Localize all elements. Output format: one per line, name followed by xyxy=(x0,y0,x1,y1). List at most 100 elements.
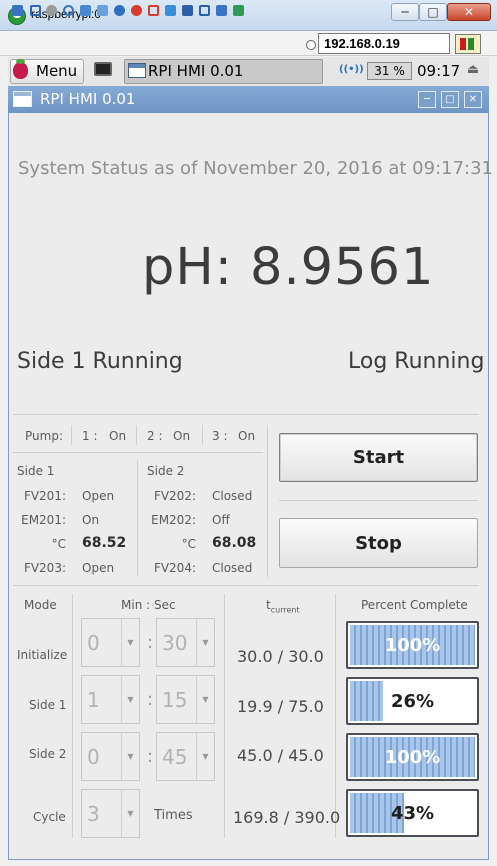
divider xyxy=(71,425,72,445)
initialize-seconds-spinbox[interactable]: 30 ▼ xyxy=(156,618,215,667)
clock: 09:17 xyxy=(417,62,461,80)
window-icon xyxy=(128,63,146,78)
initialize-percent: 100% xyxy=(384,635,441,656)
side-2-minutes-spinbox[interactable]: 0 ▼ xyxy=(81,732,140,781)
em202-value: Off xyxy=(212,513,230,527)
options-icon[interactable] xyxy=(12,5,23,16)
side-1-heading: Side 1 xyxy=(17,464,55,478)
fv204-value: Closed xyxy=(212,561,253,575)
initialize-seconds-value: 30 xyxy=(162,631,188,655)
side-2-seconds-value: 45 xyxy=(162,745,188,769)
connection-status-icon xyxy=(455,34,481,54)
side-2-minutes-value: 0 xyxy=(87,745,100,769)
fv203-value: Open xyxy=(82,561,115,575)
side-2-percent: 100% xyxy=(384,747,441,768)
raspberry-icon xyxy=(13,59,28,79)
chevron-down-icon[interactable]: ▼ xyxy=(121,619,139,666)
vnc-close-button[interactable]: ✕ xyxy=(447,3,491,21)
side-2-t-current: 45.0 / 45.0 xyxy=(237,746,324,765)
chevron-down-icon[interactable]: ▼ xyxy=(196,733,214,780)
info-icon[interactable] xyxy=(114,5,125,16)
disconnect-icon[interactable] xyxy=(131,5,142,16)
cycle-progress-bar: 43% xyxy=(346,789,479,837)
initialize-progress-bar: 100% xyxy=(346,621,479,669)
divider xyxy=(224,594,225,838)
side-2-progress-bar: 100% xyxy=(346,733,479,781)
fv202-label: FV202: xyxy=(153,489,196,503)
pump-1-number: 1 : xyxy=(82,429,98,443)
eject-icon[interactable]: ⏏ xyxy=(466,63,480,77)
vnc-minimize-button[interactable]: ─ xyxy=(391,3,419,21)
hmi-maximize-button[interactable]: □ xyxy=(441,91,459,108)
fv204-label: FV204: xyxy=(153,561,196,575)
mode-side-1-label: Side 1 xyxy=(29,698,67,712)
divider xyxy=(136,425,137,445)
side-1-seconds-value: 15 xyxy=(162,688,188,712)
pump-3-number: 3 : xyxy=(212,429,228,443)
times-label: Times xyxy=(154,808,193,823)
divider xyxy=(13,452,263,453)
side-2-heading: Side 2 xyxy=(147,464,185,478)
connect-icon[interactable] xyxy=(233,5,244,16)
wifi-icon[interactable]: ((•)) xyxy=(339,61,364,79)
chevron-down-icon[interactable]: ▼ xyxy=(121,676,139,723)
stop-button[interactable]: Stop xyxy=(279,518,478,568)
hmi-close-button[interactable]: ✕ xyxy=(464,91,482,108)
windows-key-icon[interactable] xyxy=(80,5,91,16)
view-only-icon[interactable] xyxy=(199,5,210,16)
cycle-percent: 43% xyxy=(390,803,435,824)
host-radio[interactable] xyxy=(306,40,316,50)
side-1-seconds-spinbox[interactable]: 15 ▼ xyxy=(156,675,215,724)
em201-label: EM201: xyxy=(21,513,66,527)
start-button[interactable]: Start xyxy=(279,433,478,482)
side-1-minutes-spinbox[interactable]: 1 ▼ xyxy=(81,675,140,724)
ph-value: 8.9561 xyxy=(250,238,435,297)
settings-icon[interactable] xyxy=(46,5,57,16)
pump-label: Pump: xyxy=(25,429,63,443)
side-2-temperature: 68.08 xyxy=(212,535,257,551)
menu-label: Menu xyxy=(36,62,78,80)
file-transfer-icon[interactable] xyxy=(148,5,159,16)
mode-header: Mode xyxy=(24,598,57,612)
pump-3-state: On xyxy=(238,429,256,443)
fv201-label: FV201: xyxy=(23,489,66,503)
ctrl-alt-del-icon[interactable] xyxy=(97,5,108,16)
divider xyxy=(202,425,203,445)
chevron-down-icon[interactable]: ▼ xyxy=(121,790,139,837)
hmi-minimize-button[interactable]: ─ xyxy=(418,91,436,108)
fullscreen-icon[interactable] xyxy=(30,5,41,16)
side-1-t-current: 19.9 / 75.0 xyxy=(237,697,324,716)
cycle-count-value: 3 xyxy=(87,802,100,826)
taskbar-window-label: RPI HMI 0.01 xyxy=(148,62,244,80)
initialize-minutes-spinbox[interactable]: 0 ▼ xyxy=(81,618,140,667)
chevron-down-icon[interactable]: ▼ xyxy=(121,733,139,780)
screenshot-icon[interactable] xyxy=(182,5,193,16)
chat-icon[interactable] xyxy=(165,5,176,16)
side-1-temp-unit: °C xyxy=(51,537,66,551)
ph-label: pH: xyxy=(142,238,233,297)
divider xyxy=(137,460,138,576)
fv201-value: Open xyxy=(82,489,115,503)
chevron-down-icon[interactable]: ▼ xyxy=(196,676,214,723)
pump-1-state: On xyxy=(109,429,127,443)
em201-value: On xyxy=(82,513,100,527)
pump-2-state: On xyxy=(173,429,191,443)
fv203-label: FV203: xyxy=(23,561,66,575)
scale-icon[interactable] xyxy=(216,5,227,16)
log-running-status: Log Running xyxy=(348,349,485,374)
chevron-down-icon[interactable]: ▼ xyxy=(196,619,214,666)
cycle-count-spinbox[interactable]: 3 ▼ xyxy=(81,789,140,838)
host-address-field[interactable]: 192.168.0.19 xyxy=(318,33,450,54)
divider xyxy=(13,414,479,415)
refresh-icon[interactable] xyxy=(63,5,74,16)
percent-complete-header: Percent Complete xyxy=(361,598,468,612)
fv202-value: Closed xyxy=(212,489,253,503)
mode-initialize-label: Initialize xyxy=(17,648,68,662)
divider xyxy=(72,594,73,838)
mode-cycle-label: Cycle xyxy=(33,810,66,824)
vnc-maximize-button[interactable]: □ xyxy=(419,3,447,21)
divider xyxy=(267,425,268,577)
side-2-seconds-spinbox[interactable]: 45 ▼ xyxy=(156,732,215,781)
terminal-icon[interactable] xyxy=(94,62,112,76)
t-current-header: tcurrent xyxy=(266,598,300,614)
